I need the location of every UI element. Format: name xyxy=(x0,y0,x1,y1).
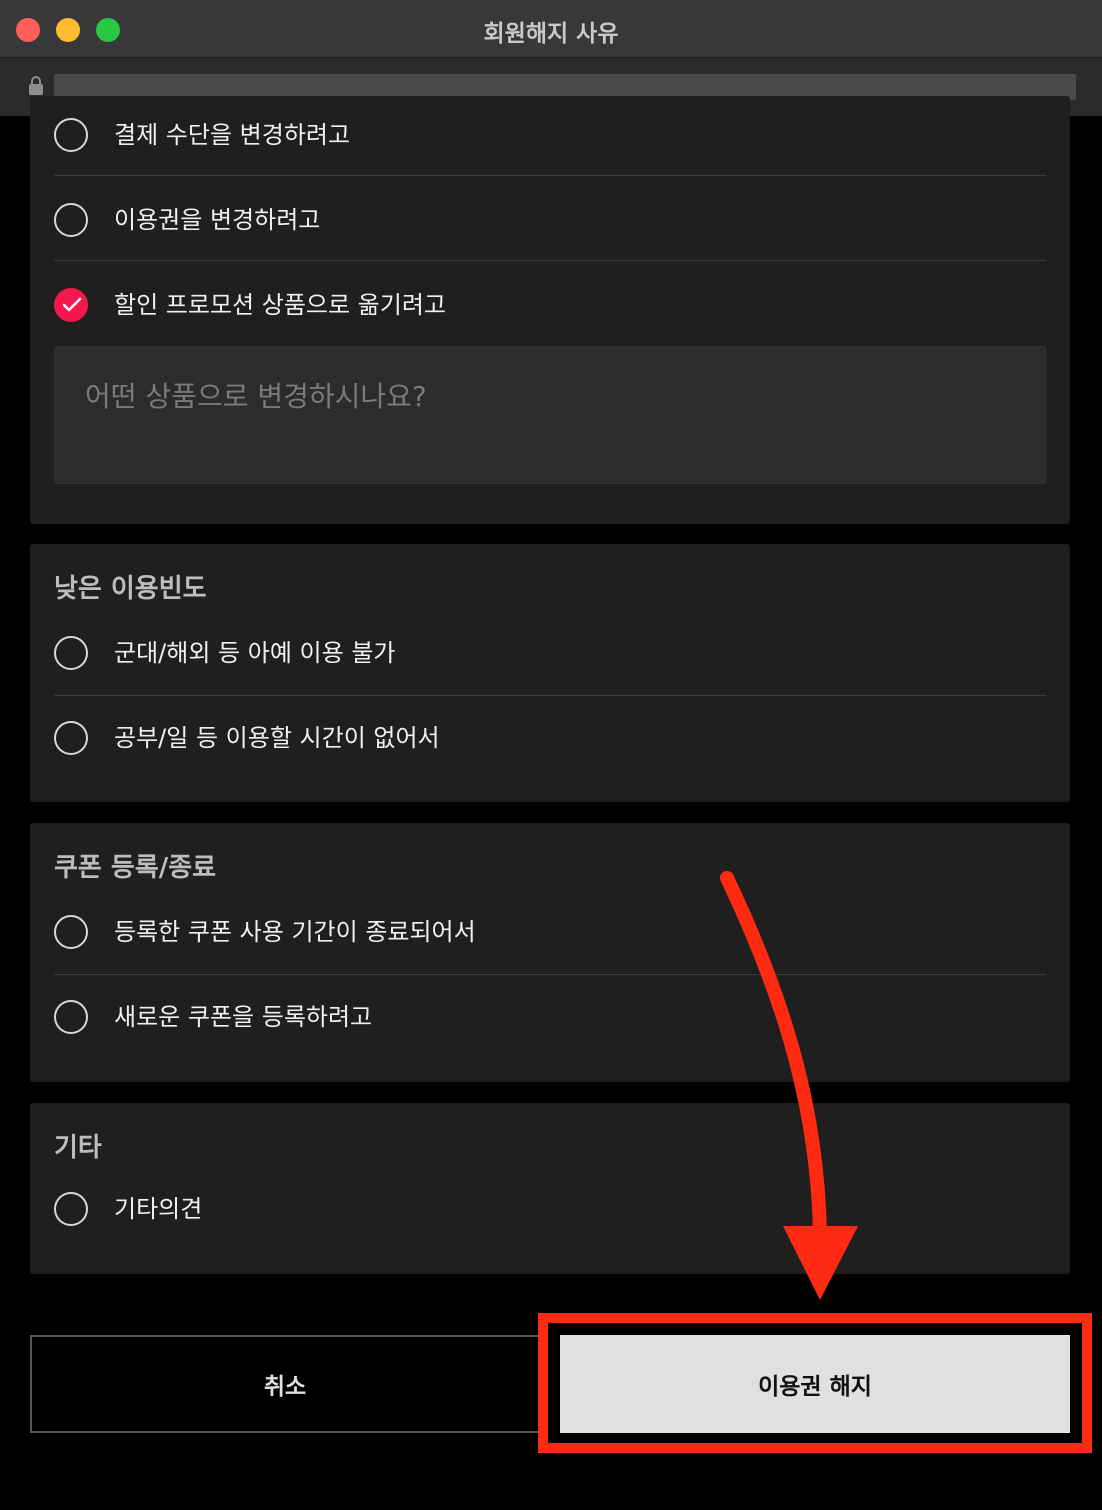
window-title: 회원해지 사유 xyxy=(483,21,619,47)
radio-button[interactable] xyxy=(54,915,88,949)
reason-label: 이용권을 변경하려고 xyxy=(114,206,321,234)
reason-label: 새로운 쿠폰을 등록하려고 xyxy=(114,1003,373,1031)
reason-option-new-coupon[interactable]: 새로운 쿠폰을 등록하려고 xyxy=(54,978,1046,1062)
reason-option-discount-promotion[interactable]: 할인 프로모션 상품으로 옮기려고 xyxy=(54,266,1046,350)
reason-card-other: 기타 기타의견 xyxy=(30,1103,1070,1274)
reason-card-change: 결제 수단을 변경하려고 이용권을 변경하려고 할인 프로모션 상품으로 옮기려… xyxy=(30,96,1070,524)
radio-button[interactable] xyxy=(54,721,88,755)
radio-button[interactable] xyxy=(54,203,88,237)
change-product-input[interactable]: 어떤 상품으로 변경하시나요? xyxy=(54,346,1046,484)
radio-button[interactable] xyxy=(54,636,88,670)
divider xyxy=(54,974,1046,975)
reason-label: 기타의견 xyxy=(114,1195,203,1223)
reason-option-other[interactable]: 기타의견 xyxy=(54,1170,1046,1254)
reason-label: 공부/일 등 이용할 시간이 없어서 xyxy=(114,724,440,752)
radio-button[interactable] xyxy=(54,118,88,152)
section-title: 기타 xyxy=(54,1133,102,1163)
reason-card-coupon: 쿠폰 등록/종료 등록한 쿠폰 사용 기간이 종료되어서 새로운 쿠폰을 등록하… xyxy=(30,823,1070,1082)
radio-button[interactable] xyxy=(54,1192,88,1226)
cancellation-reasons-page: 결제 수단을 변경하려고 이용권을 변경하려고 할인 프로모션 상품으로 옮기려… xyxy=(0,96,1102,1510)
divider xyxy=(54,260,1046,261)
reason-label: 할인 프로모션 상품으로 옮기려고 xyxy=(114,291,447,319)
reason-option-coupon-expired[interactable]: 등록한 쿠폰 사용 기간이 종료되어서 xyxy=(54,893,1046,977)
divider xyxy=(54,695,1046,696)
divider xyxy=(54,175,1046,176)
title-bar: 회원해지 사유 xyxy=(0,0,1102,58)
reason-option-no-time[interactable]: 공부/일 등 이용할 시간이 없어서 xyxy=(54,699,1046,783)
radio-button[interactable] xyxy=(54,1000,88,1034)
reason-option-unavailable[interactable]: 군대/해외 등 아예 이용 불가 xyxy=(54,614,1046,698)
section-title: 낮은 이용빈도 xyxy=(54,574,207,604)
cancel-subscription-button[interactable]: 이용권 해지 xyxy=(560,1335,1070,1433)
radio-button-checked[interactable] xyxy=(54,288,88,322)
checkmark-icon xyxy=(62,297,82,312)
reason-label: 등록한 쿠폰 사용 기간이 종료되어서 xyxy=(114,918,476,946)
reason-card-low-usage: 낮은 이용빈도 군대/해외 등 아예 이용 불가 공부/일 등 이용할 시간이 … xyxy=(30,544,1070,802)
reason-option-payment-method[interactable]: 결제 수단을 변경하려고 xyxy=(54,96,1046,180)
reason-label: 결제 수단을 변경하려고 xyxy=(114,121,351,149)
lock-icon xyxy=(29,76,43,95)
reason-label: 군대/해외 등 아예 이용 불가 xyxy=(114,639,396,667)
cancel-button[interactable]: 취소 xyxy=(30,1335,540,1433)
reason-option-change-plan[interactable]: 이용권을 변경하려고 xyxy=(54,181,1046,265)
browser-window: 회원해지 사유 결제 수단을 변경하려고 이용권을 변경하려고 할인 프로모션 … xyxy=(0,0,1102,1510)
section-title: 쿠폰 등록/종료 xyxy=(54,853,217,883)
